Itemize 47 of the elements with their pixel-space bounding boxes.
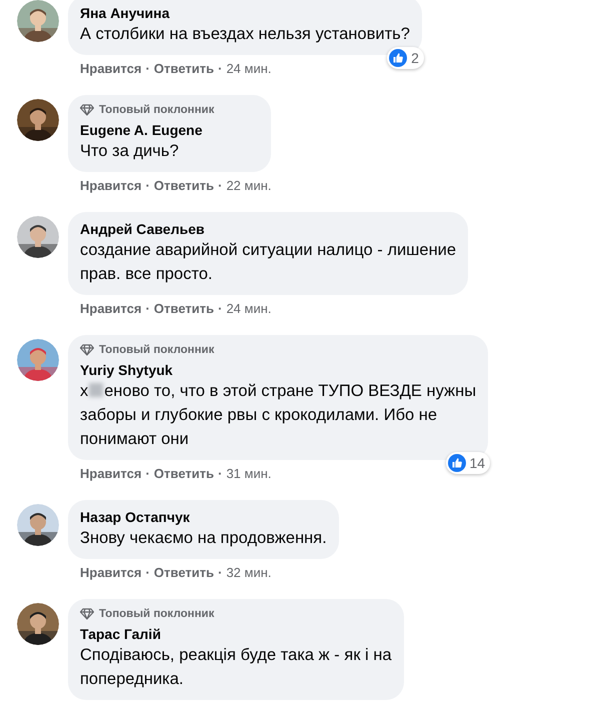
reaction-count[interactable]: 14 [446, 452, 490, 474]
diamond-icon [80, 344, 94, 356]
action-link[interactable]: Нравится [80, 61, 142, 76]
separator-dot: · [146, 466, 150, 481]
action-link[interactable]: Нравится [80, 466, 142, 481]
author-name[interactable]: Назар Остапчук [80, 508, 327, 526]
separator-dot: · [218, 565, 222, 580]
action-link[interactable]: Ответить [154, 178, 214, 193]
comment-text: Что за дичь? [80, 141, 180, 162]
badge-label: Топовый поклонник [99, 343, 214, 357]
timestamp[interactable]: 31 мин. [226, 466, 272, 481]
like-icon [389, 49, 408, 67]
action-link[interactable]: Нравится [80, 301, 142, 316]
separator-dot: · [218, 61, 222, 76]
timestamp[interactable]: 22 мин. [226, 178, 272, 193]
comment-text: создание аварийной ситуации налицо - лишение прав. все просто. [80, 240, 456, 285]
separator-dot: · [218, 178, 222, 193]
separator-dot: · [146, 61, 150, 76]
timestamp[interactable]: 24 мин. [226, 61, 272, 76]
author-name[interactable]: Андрей Савельев [80, 220, 456, 238]
comment-text: А столбики на въездах нельзя установить? [80, 24, 410, 45]
action-link[interactable]: Нравится [80, 565, 142, 580]
separator-dot: · [146, 178, 150, 193]
action-link[interactable]: Ответить [154, 466, 214, 481]
action-link[interactable]: Ответить [154, 301, 214, 316]
comment-text: Знову чекаємо на продовження. [80, 528, 327, 549]
action-link[interactable]: Ответить [154, 565, 214, 580]
timestamp[interactable]: 32 мин. [226, 565, 272, 580]
author-name[interactable]: Yuriy Shytyuk [80, 361, 476, 379]
badge-label: Топовый поклонник [99, 103, 214, 117]
separator-dot: · [218, 466, 222, 481]
diamond-icon [80, 104, 94, 116]
separator-dot: · [146, 565, 150, 580]
diamond-icon [80, 608, 94, 620]
separator-dot: · [146, 301, 150, 316]
reaction-count[interactable]: 2 [387, 47, 424, 69]
timestamp[interactable]: 24 мин. [226, 301, 272, 316]
like-icon [448, 454, 466, 472]
action-link[interactable]: Нравится [80, 178, 142, 193]
author-name[interactable]: Яна Анучина [80, 4, 410, 22]
action-link[interactable]: Ответить [154, 61, 214, 76]
separator-dot: · [218, 301, 222, 316]
author-name[interactable]: Тарас Галій [80, 625, 392, 643]
comment-text: Сподіваюсь, реакція буде така ж - як і на попередника. [80, 645, 392, 690]
author-name[interactable]: Eugene A. Eugene [80, 121, 260, 139]
badge-label: Топовый поклонник [99, 607, 214, 621]
comment-text: х еново то, что в этой стране ТУПО ВЕЗДЕ нужны заборы и глубокие рвы с крокодилами. Ибо не понимают они [80, 381, 476, 450]
